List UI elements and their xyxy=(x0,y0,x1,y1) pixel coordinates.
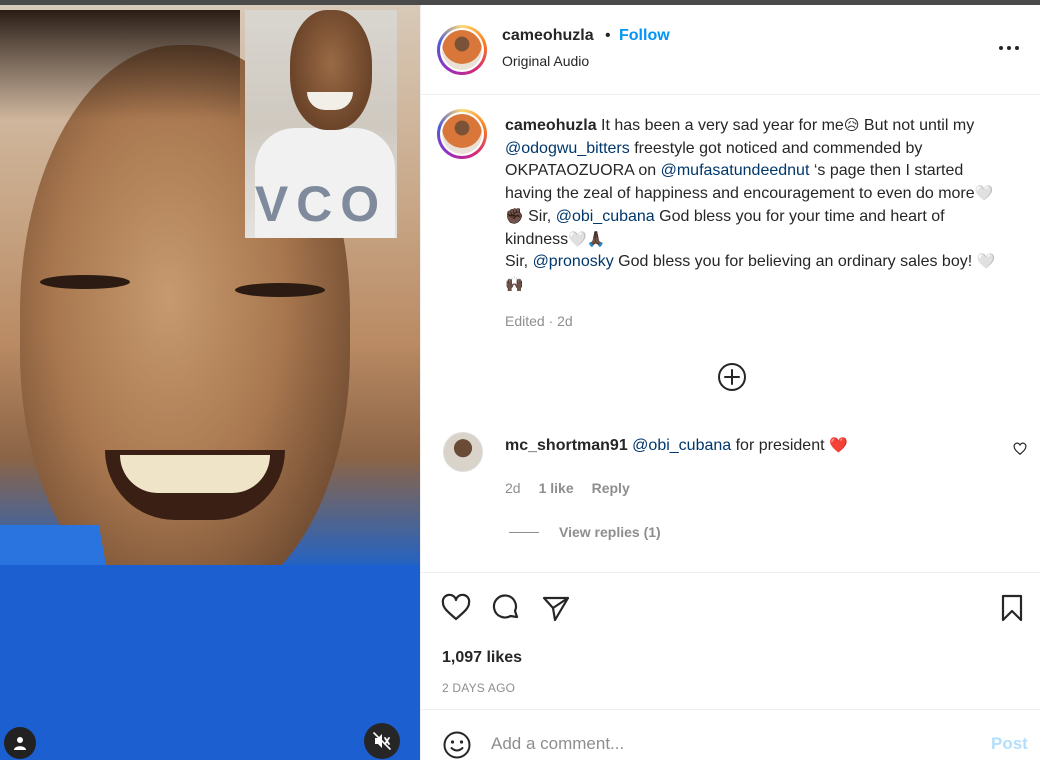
caption-emoji: 🤍🙏🏿 xyxy=(568,230,606,248)
comment-input[interactable] xyxy=(491,732,941,756)
bookmark-icon[interactable] xyxy=(997,593,1027,623)
replies-line xyxy=(509,531,539,533)
comment-emoji: ❤️ xyxy=(828,437,848,454)
inset-face xyxy=(290,10,372,130)
plus-circle-icon[interactable] xyxy=(717,362,747,392)
caption-username[interactable]: cameohuzla xyxy=(505,117,597,134)
comment-item: mc_shortman91 @obi_cubana for president … xyxy=(421,430,1040,570)
caption-text: It has been a very sad year for me xyxy=(596,117,844,134)
more-options-button[interactable] xyxy=(999,41,1023,55)
caption-text: Sir, xyxy=(505,253,533,271)
view-replies-label: View replies (1) xyxy=(559,524,661,540)
commenter-avatar[interactable] xyxy=(443,432,483,472)
video-inset: VCO xyxy=(245,10,397,238)
video-subject-eye-left xyxy=(40,275,130,289)
comment-body: for president xyxy=(731,437,829,454)
mention-link[interactable]: @obi_cubana xyxy=(556,208,655,225)
comment-likes[interactable]: 1 like xyxy=(539,480,574,496)
inset-shirt-print: VCO xyxy=(254,176,388,232)
mention-link[interactable]: @pronosky xyxy=(533,253,614,270)
post-video[interactable]: VCO xyxy=(0,5,420,760)
caption-text: Sir, xyxy=(523,207,556,225)
comment-text: mc_shortman91 @obi_cubana for president … xyxy=(505,436,975,455)
user-tag-button[interactable] xyxy=(4,727,36,759)
post-header: cameohuzla • Follow Original Audio xyxy=(421,5,1040,95)
comment-heart-icon[interactable] xyxy=(1013,442,1027,456)
audio-label[interactable]: Original Audio xyxy=(502,53,589,69)
comment-meta: 2d 1 like Reply xyxy=(505,480,630,496)
commenter-username[interactable]: mc_shortman91 xyxy=(505,437,628,454)
user-tag-icon xyxy=(14,737,26,750)
comment-reply-button[interactable]: Reply xyxy=(592,480,630,496)
video-subject-hair xyxy=(0,10,240,120)
post-date: 2 DAYS AGO xyxy=(442,681,516,695)
post-actions: 1,097 likes 2 DAYS AGO xyxy=(421,572,1040,712)
header-separator: • xyxy=(605,27,611,44)
volume-muted-icon xyxy=(373,732,391,750)
mention-link[interactable]: @mufasatundeednut xyxy=(661,162,810,179)
caption-text: God bless you for believing an ordinary … xyxy=(613,253,977,271)
author-username[interactable]: cameohuzla xyxy=(502,27,594,45)
video-subject-eye-right xyxy=(235,283,325,297)
more-options-icon xyxy=(999,46,1003,50)
caption-emoji: 😥 xyxy=(843,117,860,134)
post-caption: cameohuzla It has been a very sad year f… xyxy=(505,115,1005,297)
emoji-icon[interactable] xyxy=(442,730,472,760)
comment-mention[interactable]: @obi_cubana xyxy=(632,437,731,454)
caption-edited-time: Edited · 2d xyxy=(505,313,573,329)
comment-time: 2d xyxy=(505,480,521,496)
author-avatar[interactable] xyxy=(437,25,487,75)
heart-icon[interactable] xyxy=(441,593,471,623)
post-button[interactable]: Post xyxy=(991,734,1028,754)
video-subject-teeth xyxy=(120,455,270,493)
mute-button[interactable] xyxy=(364,723,400,759)
view-replies-button[interactable]: View replies (1) xyxy=(509,524,661,540)
add-comment-bar: Post xyxy=(421,709,1040,760)
comment-icon[interactable] xyxy=(491,593,521,623)
follow-button[interactable]: Follow xyxy=(619,27,670,45)
likes-count[interactable]: 1,097 likes xyxy=(442,649,522,667)
video-subject-shirt xyxy=(0,565,420,760)
post-side-panel: cameohuzla • Follow Original Audio cameo… xyxy=(420,5,1040,760)
share-icon[interactable] xyxy=(541,593,571,623)
caption-text: But not until my xyxy=(859,117,975,134)
caption-author-avatar[interactable] xyxy=(437,109,487,159)
mention-link[interactable]: @odogwu_bitters xyxy=(505,140,630,157)
